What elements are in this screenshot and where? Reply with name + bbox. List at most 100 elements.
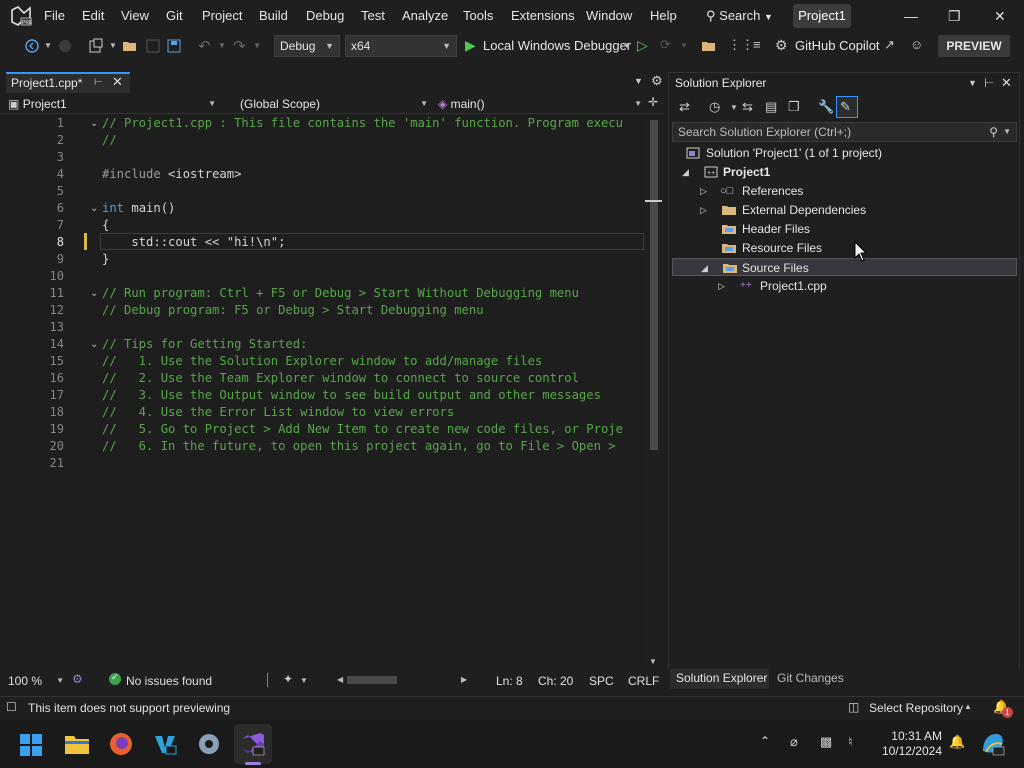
collapse-all-icon[interactable]: ▤ (765, 99, 777, 115)
menu-file[interactable]: File (44, 8, 65, 23)
pending-changes-icon[interactable]: ⇆ (742, 99, 753, 115)
hot-reload-icon[interactable]: ⟳ (660, 37, 671, 53)
code-line[interactable]: // 5. Go to Project > Add New Item to cr… (102, 422, 623, 436)
split-icon[interactable]: ✛ (648, 95, 658, 109)
select-repository-button[interactable]: Select Repository (869, 701, 963, 715)
tab-project1-cpp[interactable]: Project1.cpp* ⊢ ✕ (6, 72, 130, 93)
tree-external-dependencies[interactable]: ▷ External Dependencies (672, 201, 1017, 219)
restore-icon[interactable]: ❐ (948, 8, 961, 25)
preview-button[interactable]: PREVIEW (938, 35, 1010, 57)
code-line[interactable]: // Project1.cpp : This file contains the… (102, 116, 623, 130)
redo-icon[interactable]: ↷ (233, 37, 246, 55)
code-line[interactable]: #include <iostream> (102, 167, 241, 181)
chevron-down-icon[interactable]: ▼ (634, 76, 643, 86)
collapsed-icon[interactable]: ▷ (700, 201, 707, 219)
visual-studio-logo-icon[interactable]: PRE (10, 6, 32, 26)
folder-view-icon[interactable] (701, 38, 717, 54)
tree-references[interactable]: ▷ ○□ References (672, 182, 1017, 200)
show-hidden-icons-icon[interactable]: ⌃ (760, 734, 770, 748)
pin-icon[interactable]: ⊢ (94, 74, 103, 92)
start-without-debugging-icon[interactable]: ▷ (637, 37, 648, 54)
fold-toggle-icon[interactable]: ⌄ (90, 118, 98, 129)
code-line[interactable]: // 6. In the future, to open this projec… (102, 439, 616, 453)
global-search[interactable]: ⚲ Search ▼ (706, 8, 773, 24)
chevron-down-icon[interactable]: ▼ (44, 41, 52, 50)
menu-window[interactable]: Window (586, 8, 632, 23)
tree-project[interactable]: ◢ ++ Project1 (672, 163, 1017, 181)
windows-start-icon[interactable] (19, 733, 43, 757)
expanded-icon[interactable]: ◢ (682, 163, 689, 181)
tree-project1-cpp[interactable]: ▷ ++ Project1.cpp (672, 277, 1017, 295)
zoom-select[interactable]: 100 % ▼ (8, 674, 64, 688)
copilot-icon[interactable]: ⚙ (775, 37, 788, 54)
sync-with-document-icon[interactable]: ⇄ (679, 99, 690, 115)
scroll-right-icon[interactable]: ▶ (461, 675, 467, 684)
run-debugger-button[interactable]: Local Windows Debugger (483, 38, 631, 53)
file-explorer-icon[interactable] (64, 732, 90, 756)
code-line[interactable]: // Debug program: F5 or Debug > Start De… (102, 303, 484, 317)
visual-studio-installer-icon[interactable] (152, 731, 178, 757)
system-clock[interactable]: 10:31 AM 10/12/2024 (870, 729, 942, 759)
chevron-down-icon[interactable]: ▼ (968, 78, 977, 88)
tree-header-files[interactable]: Header Files (672, 220, 1017, 238)
save-icon[interactable] (145, 38, 161, 54)
menu-debug[interactable]: Debug (306, 8, 344, 23)
menu-edit[interactable]: Edit (82, 8, 104, 23)
menu-build[interactable]: Build (259, 8, 288, 23)
close-icon[interactable]: ✕ (112, 73, 123, 91)
history-icon[interactable]: ◷ (709, 99, 720, 115)
open-folder-icon[interactable] (122, 38, 138, 54)
chevron-down-icon[interactable]: ▼ (680, 41, 688, 50)
project-nav-select[interactable]: ▣ Project1 ▼ (8, 95, 216, 113)
network-icon[interactable]: ⌀ (790, 734, 798, 750)
code-line[interactable]: // 2. Use the Team Explorer window to co… (102, 371, 579, 385)
code-line[interactable]: // (102, 133, 117, 147)
member-nav-select[interactable]: ◈ main() ▼ (438, 95, 642, 113)
settings-gear-icon[interactable] (196, 731, 222, 757)
chevron-down-icon[interactable]: ▼ (623, 41, 631, 50)
tab-git-changes[interactable]: Git Changes (777, 671, 844, 685)
column-indicator[interactable]: Ch: 20 (538, 674, 573, 688)
scroll-left-icon[interactable]: ◀ (337, 675, 343, 684)
github-copilot-button[interactable]: GitHub Copilot (795, 38, 880, 53)
start-debugging-icon[interactable]: ▶ (465, 37, 476, 54)
back-icon[interactable] (24, 38, 40, 54)
fold-toggle-icon[interactable]: ⌄ (90, 203, 98, 214)
chevron-up-icon[interactable]: ▲ (964, 702, 972, 711)
code-line[interactable]: // 4. Use the Error List window to view … (102, 405, 454, 419)
copilot-preview-icon[interactable] (980, 731, 1006, 757)
feedback-icon[interactable]: ☺ (910, 37, 923, 52)
volume-icon[interactable]: ♮ (848, 734, 853, 750)
notification-bell-icon[interactable]: 🔔 (949, 734, 965, 750)
code-line[interactable]: { (102, 218, 109, 232)
collapsed-icon[interactable]: ▷ (718, 277, 725, 295)
undo-icon[interactable]: ↶ (198, 37, 211, 55)
close-icon[interactable]: ✕ (1001, 75, 1012, 91)
firefox-icon[interactable] (108, 731, 134, 757)
code-cleanup-icon[interactable]: ✦ (283, 672, 293, 686)
display-icon[interactable]: ▩ (820, 734, 832, 750)
chevron-down-icon[interactable]: ▼ (218, 41, 226, 50)
fold-toggle-icon[interactable]: ⌄ (90, 339, 98, 350)
tree-solution[interactable]: Solution 'Project1' (1 of 1 project) (672, 144, 1017, 162)
forward-icon[interactable] (57, 38, 73, 54)
wrench-icon[interactable]: 🔧 (818, 99, 834, 115)
copilot-status-icon[interactable]: ⚙ (72, 672, 83, 686)
breakpoint-icon[interactable]: ⋮⋮ (728, 37, 754, 53)
whitespace-indicator[interactable]: SPC (589, 674, 614, 688)
new-project-icon[interactable] (88, 38, 104, 54)
vertical-scroll-thumb[interactable] (650, 120, 658, 450)
tree-resource-files[interactable]: Resource Files (672, 239, 1017, 257)
configuration-select[interactable]: Debug ▼ (274, 35, 340, 57)
visual-studio-preview-icon[interactable] (240, 731, 266, 757)
save-all-icon[interactable] (166, 38, 182, 54)
share-icon[interactable]: ↗ (884, 37, 895, 53)
fold-toggle-icon[interactable]: ⌄ (90, 288, 98, 299)
close-icon[interactable]: ✕ (994, 8, 1006, 25)
minimize-icon[interactable]: — (904, 8, 918, 24)
menu-help[interactable]: Help (650, 8, 677, 23)
tree-source-files[interactable]: ◢ Source Files (672, 258, 1017, 276)
menu-view[interactable]: View (121, 8, 149, 23)
code-line[interactable]: } (102, 252, 109, 266)
preview-selected-items-toggle[interactable]: ✎ (836, 96, 858, 118)
